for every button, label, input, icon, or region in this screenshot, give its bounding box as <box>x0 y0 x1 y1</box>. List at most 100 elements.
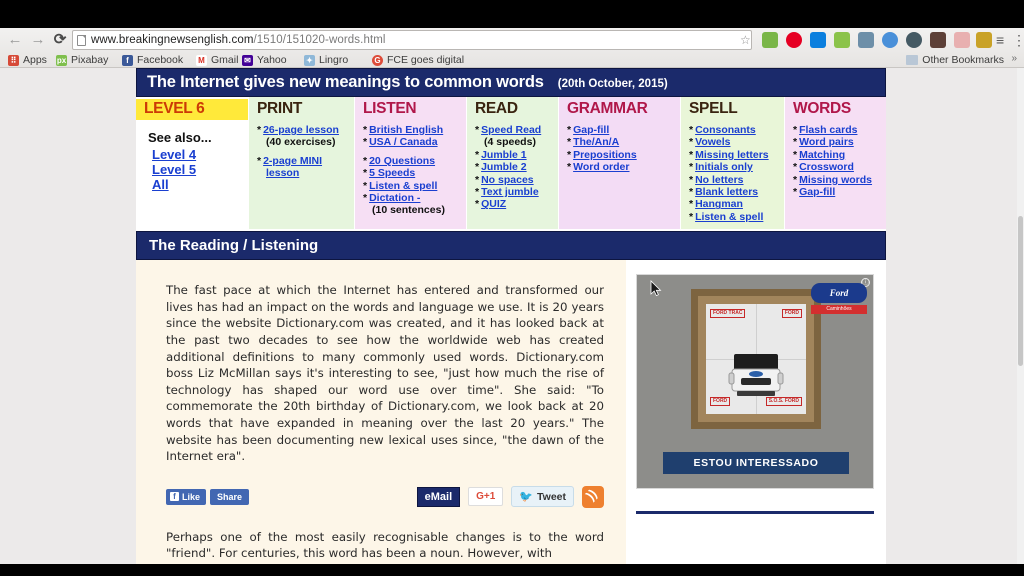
email-share-button[interactable]: eMail <box>416 486 461 507</box>
link-british-english[interactable]: British English <box>369 124 443 136</box>
list-item[interactable]: * Word order <box>567 161 674 173</box>
bookmark-extension-icon[interactable] <box>930 32 946 48</box>
link-consonants[interactable]: Consonants <box>695 124 756 136</box>
list-item[interactable]: * Dictation - <box>363 192 460 204</box>
list-item[interactable]: * British English <box>363 124 460 136</box>
scrollbar-thumb[interactable] <box>1018 216 1023 366</box>
link-vowels[interactable]: Vowels <box>695 136 730 148</box>
link-5-speeds[interactable]: 5 Speeds <box>369 167 415 179</box>
list-item[interactable]: * 20 Questions <box>363 155 460 167</box>
advertisement[interactable]: ⓘ FORD TRAC FORD FORD S.O.S. FORD Ford C… <box>636 274 874 490</box>
list-item[interactable]: * Speed Read <box>475 124 552 136</box>
list-item[interactable]: * 26-page lesson <box>257 124 348 136</box>
link-gap-fill-words[interactable]: Gap-fill <box>799 186 835 198</box>
page-scrollbar[interactable] <box>1017 68 1024 564</box>
link-speed-read[interactable]: Speed Read <box>481 124 541 136</box>
link-2-page-mini-lesson[interactable]: 2-page MINI <box>263 155 322 167</box>
list-item[interactable]: * Initials only <box>689 161 778 173</box>
chrome-menu-icon[interactable]: ≡ <box>996 32 1004 48</box>
link-the-an-a[interactable]: The/An/A <box>573 136 619 148</box>
link-quiz[interactable]: QUIZ <box>481 198 506 210</box>
list-item[interactable]: * 2-page MINI <box>257 155 348 167</box>
link-level-4[interactable]: Level 4 <box>152 147 248 162</box>
list-item[interactable]: * Flash cards <box>793 124 880 136</box>
screenshot-extension-icon[interactable] <box>834 32 850 48</box>
tweet-button[interactable]: 🐦 Tweet <box>511 486 574 508</box>
link-missing-words[interactable]: Missing words <box>799 174 872 186</box>
list-item[interactable]: * No spaces <box>475 174 552 186</box>
facebook-like-button[interactable]: f Like <box>166 488 207 505</box>
address-bar[interactable]: www.breakingnewsenglish.com/1510/151020-… <box>72 30 752 50</box>
list-item[interactable]: * Listen & spell <box>363 180 460 192</box>
link-matching[interactable]: Matching <box>799 149 845 161</box>
list-item[interactable]: * Blank letters <box>689 186 778 198</box>
chrome-overflow-menu-icon[interactable]: ⋮ <box>1012 32 1024 48</box>
list-item[interactable]: * Crossword <box>793 161 880 173</box>
list-item[interactable]: * Gap-fill <box>567 124 674 136</box>
list-item[interactable]: * Listen & spell <box>689 211 778 223</box>
bookmark-star-icon[interactable]: ☆ <box>740 33 751 47</box>
link-prepositions[interactable]: Prepositions <box>573 149 637 161</box>
ad-cta-button[interactable]: ESTOU INTERESSADO <box>663 452 849 475</box>
link-missing-letters[interactable]: Missing letters <box>695 149 769 161</box>
yandex-extension-icon[interactable] <box>882 32 898 48</box>
bookmark-gmail[interactable]: M Gmail <box>196 52 238 68</box>
link-dictation[interactable]: Dictation - <box>369 192 420 204</box>
link-usa-canada[interactable]: USA / Canada <box>369 136 437 148</box>
evernote-extension-icon[interactable] <box>762 32 778 48</box>
link-gap-fill[interactable]: Gap-fill <box>573 124 609 136</box>
facebook-share-button[interactable]: Share <box>210 488 250 505</box>
bookmark-lingro[interactable]: ✦ Lingro <box>304 52 348 68</box>
list-item[interactable]: * Consonants <box>689 124 778 136</box>
list-item[interactable]: * Gap-fill <box>793 186 880 198</box>
other-bookmarks-folder[interactable]: Other Bookmarks <box>906 52 1004 68</box>
bookmark-apps[interactable]: ⠿ Apps <box>8 52 47 68</box>
link-listen-and-spell-2[interactable]: Listen & spell <box>695 211 763 223</box>
link-word-order[interactable]: Word order <box>573 161 629 173</box>
flash-extension-icon[interactable] <box>858 32 874 48</box>
list-item[interactable]: * Hangman <box>689 198 778 210</box>
dailymotion-extension-icon[interactable] <box>810 32 826 48</box>
link-hangman[interactable]: Hangman <box>695 198 743 210</box>
list-item[interactable]: * USA / Canada <box>363 136 460 148</box>
google-plus-one-button[interactable]: G+1 <box>468 487 504 507</box>
link-blank-letters[interactable]: Blank letters <box>695 186 758 198</box>
back-button[interactable]: ← <box>5 31 25 49</box>
link-26-page-lesson[interactable]: 26-page lesson <box>263 124 339 136</box>
link-mini-lesson-cont[interactable]: lesson <box>266 167 299 179</box>
bookmarks-overflow-chevron-icon[interactable]: » <box>1011 53 1017 64</box>
list-item[interactable]: * Missing letters <box>689 149 778 161</box>
forward-button[interactable]: → <box>28 31 48 49</box>
link-all[interactable]: All <box>152 177 248 192</box>
list-item[interactable]: * QUIZ <box>475 198 552 210</box>
list-item-sub[interactable]: lesson <box>257 167 348 179</box>
list-item[interactable]: * Jumble 1 <box>475 149 552 161</box>
link-text-jumble[interactable]: Text jumble <box>481 186 539 198</box>
link-no-spaces[interactable]: No spaces <box>481 174 534 186</box>
link-initials-only[interactable]: Initials only <box>695 161 753 173</box>
reload-button[interactable]: ⟳ <box>50 31 70 49</box>
bookmark-fce[interactable]: G FCE goes digital <box>372 52 464 68</box>
link-20-questions[interactable]: 20 Questions <box>369 155 435 167</box>
pinterest-extension-icon[interactable] <box>786 32 802 48</box>
list-item[interactable]: * No letters <box>689 174 778 186</box>
link-no-letters[interactable]: No letters <box>695 174 743 186</box>
thumb-extension-icon[interactable] <box>976 32 992 48</box>
list-item[interactable]: * 5 Speeds <box>363 167 460 179</box>
bookmark-yahoo[interactable]: ✉ Yahoo <box>242 52 287 68</box>
list-item[interactable]: * Text jumble <box>475 186 552 198</box>
link-jumble-2[interactable]: Jumble 2 <box>481 161 527 173</box>
list-item[interactable]: * Vowels <box>689 136 778 148</box>
pocket-extension-icon[interactable] <box>906 32 922 48</box>
list-item[interactable]: * Jumble 2 <box>475 161 552 173</box>
rss-icon[interactable] <box>582 485 604 508</box>
bookmark-facebook[interactable]: f Facebook <box>122 52 183 68</box>
scissors-extension-icon[interactable] <box>954 32 970 48</box>
link-listen-and-spell[interactable]: Listen & spell <box>369 180 437 192</box>
link-flash-cards[interactable]: Flash cards <box>799 124 857 136</box>
list-item[interactable]: * The/An/A <box>567 136 674 148</box>
list-item[interactable]: * Word pairs <box>793 136 880 148</box>
link-word-pairs[interactable]: Word pairs <box>799 136 854 148</box>
bookmark-pixabay[interactable]: px Pixabay <box>56 52 108 68</box>
list-item[interactable]: * Prepositions <box>567 149 674 161</box>
